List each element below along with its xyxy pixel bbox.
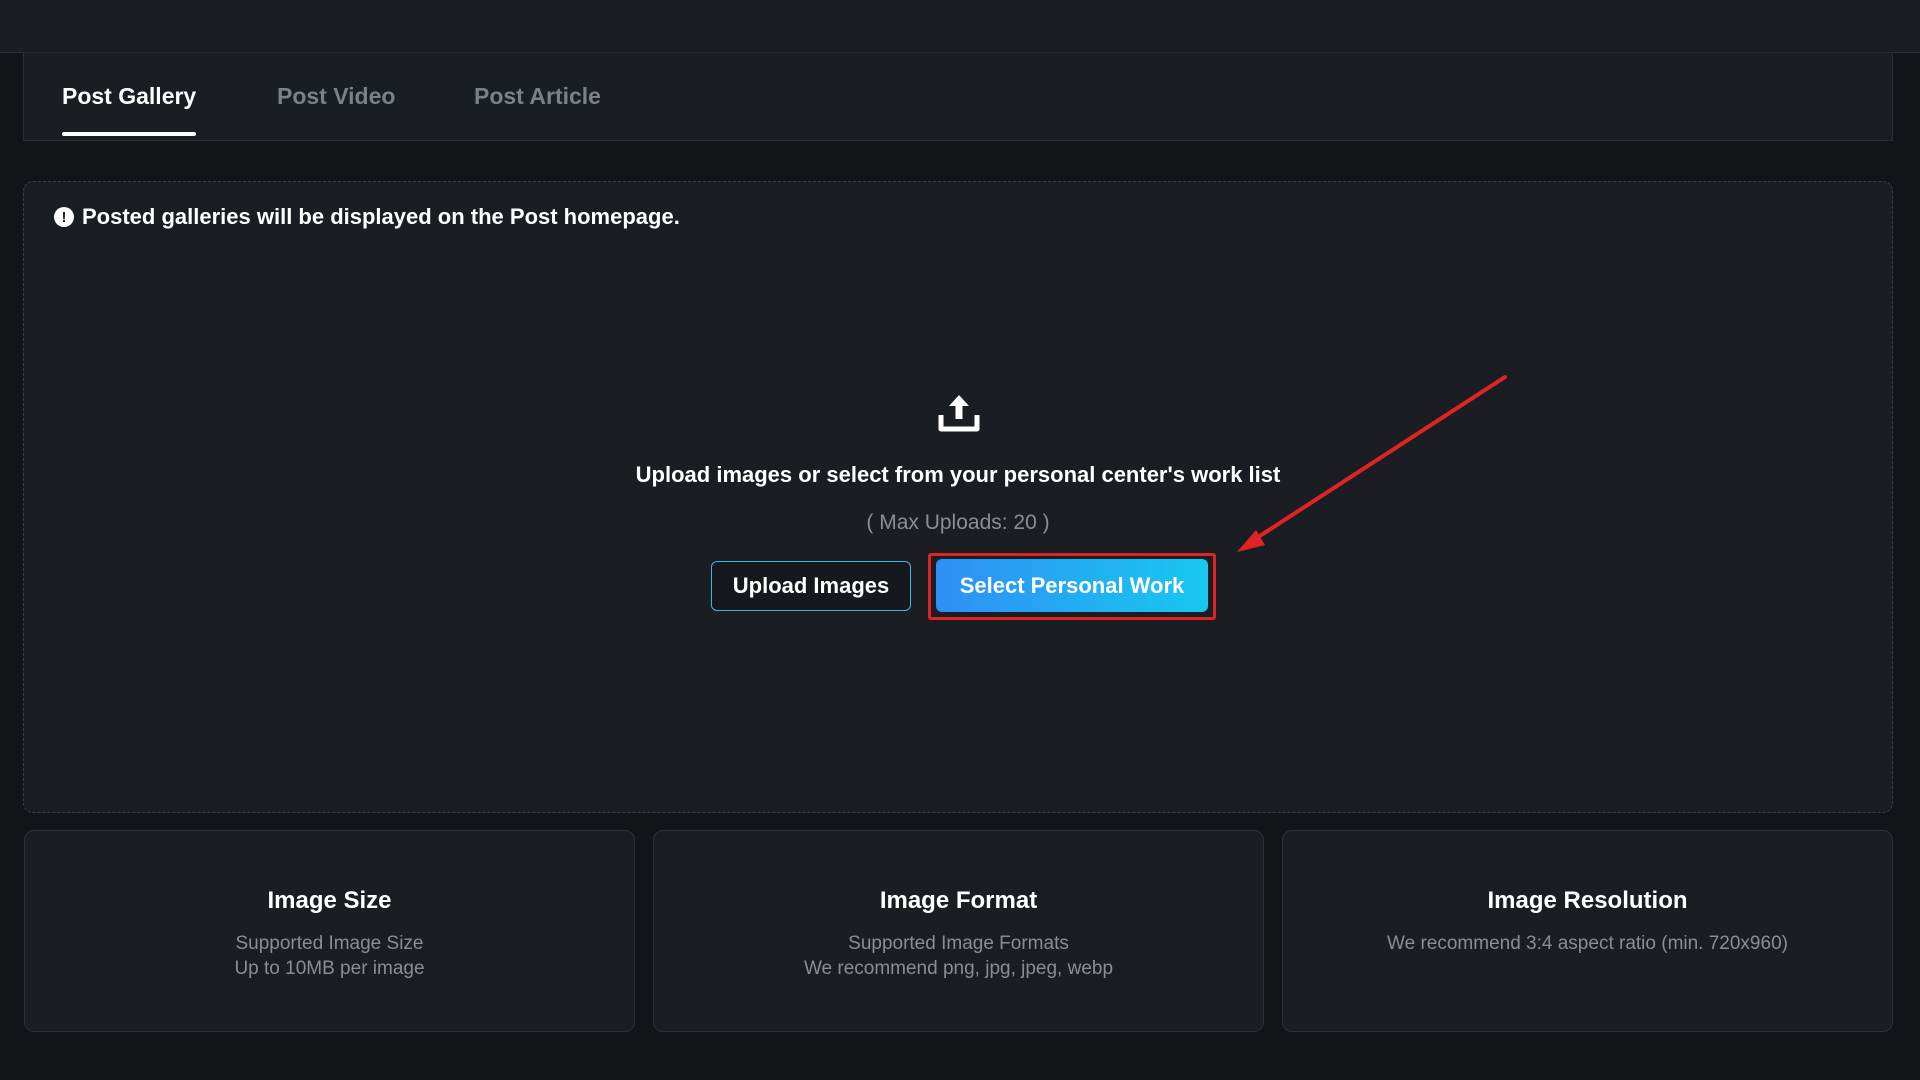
image-format-title: Image Format: [879, 887, 1038, 914]
image-format-card: Image Format Supported Image Formats We …: [653, 830, 1264, 1032]
image-resolution-line-1: We recommend 3:4 aspect ratio (min. 720x…: [1387, 933, 1788, 954]
gallery-notice: ! Posted galleries will be displayed on …: [54, 204, 680, 230]
upload-instructions: Upload images or select from your person…: [635, 462, 1281, 487]
upload-images-button[interactable]: Upload Images: [711, 561, 911, 611]
active-tab-indicator: [62, 132, 197, 136]
tab-post-article[interactable]: Post Article: [474, 83, 601, 110]
select-personal-work-label: Select Personal Work: [959, 572, 1185, 598]
image-size-card: Image Size Supported Image Size Up to 10…: [24, 830, 635, 1032]
upload-images-label: Upload Images: [732, 573, 890, 598]
gallery-upload-dropzone[interactable]: ! Posted galleries will be displayed on …: [23, 181, 1893, 813]
tab-post-article-label: Post Article: [474, 83, 601, 109]
image-resolution-title: Image Resolution: [1487, 887, 1688, 914]
tab-post-gallery-label: Post Gallery: [62, 83, 197, 109]
image-format-line-2: We recommend png, jpg, jpeg, webp: [803, 958, 1114, 979]
max-uploads-note: ( Max Uploads: 20 ): [866, 511, 1050, 534]
select-personal-work-button[interactable]: Select Personal Work: [936, 559, 1208, 612]
image-format-line-1: Supported Image Formats: [848, 933, 1069, 954]
notice-text: Posted galleries will be displayed on th…: [82, 204, 680, 229]
info-icon: !: [54, 207, 74, 227]
tab-post-video[interactable]: Post Video: [277, 83, 395, 110]
image-size-title: Image Size: [267, 887, 392, 914]
top-bar: [0, 0, 1920, 53]
image-size-line-1: Supported Image Size: [235, 933, 424, 954]
upload-icon: [938, 395, 980, 432]
image-resolution-card: Image Resolution We recommend 3:4 aspect…: [1282, 830, 1893, 1032]
tab-post-video-label: Post Video: [277, 83, 396, 109]
image-size-line-2: Up to 10MB per image: [234, 958, 425, 979]
tab-post-gallery[interactable]: Post Gallery: [62, 83, 197, 136]
post-type-tabs: Post Gallery Post Video Post Article: [23, 53, 1893, 141]
